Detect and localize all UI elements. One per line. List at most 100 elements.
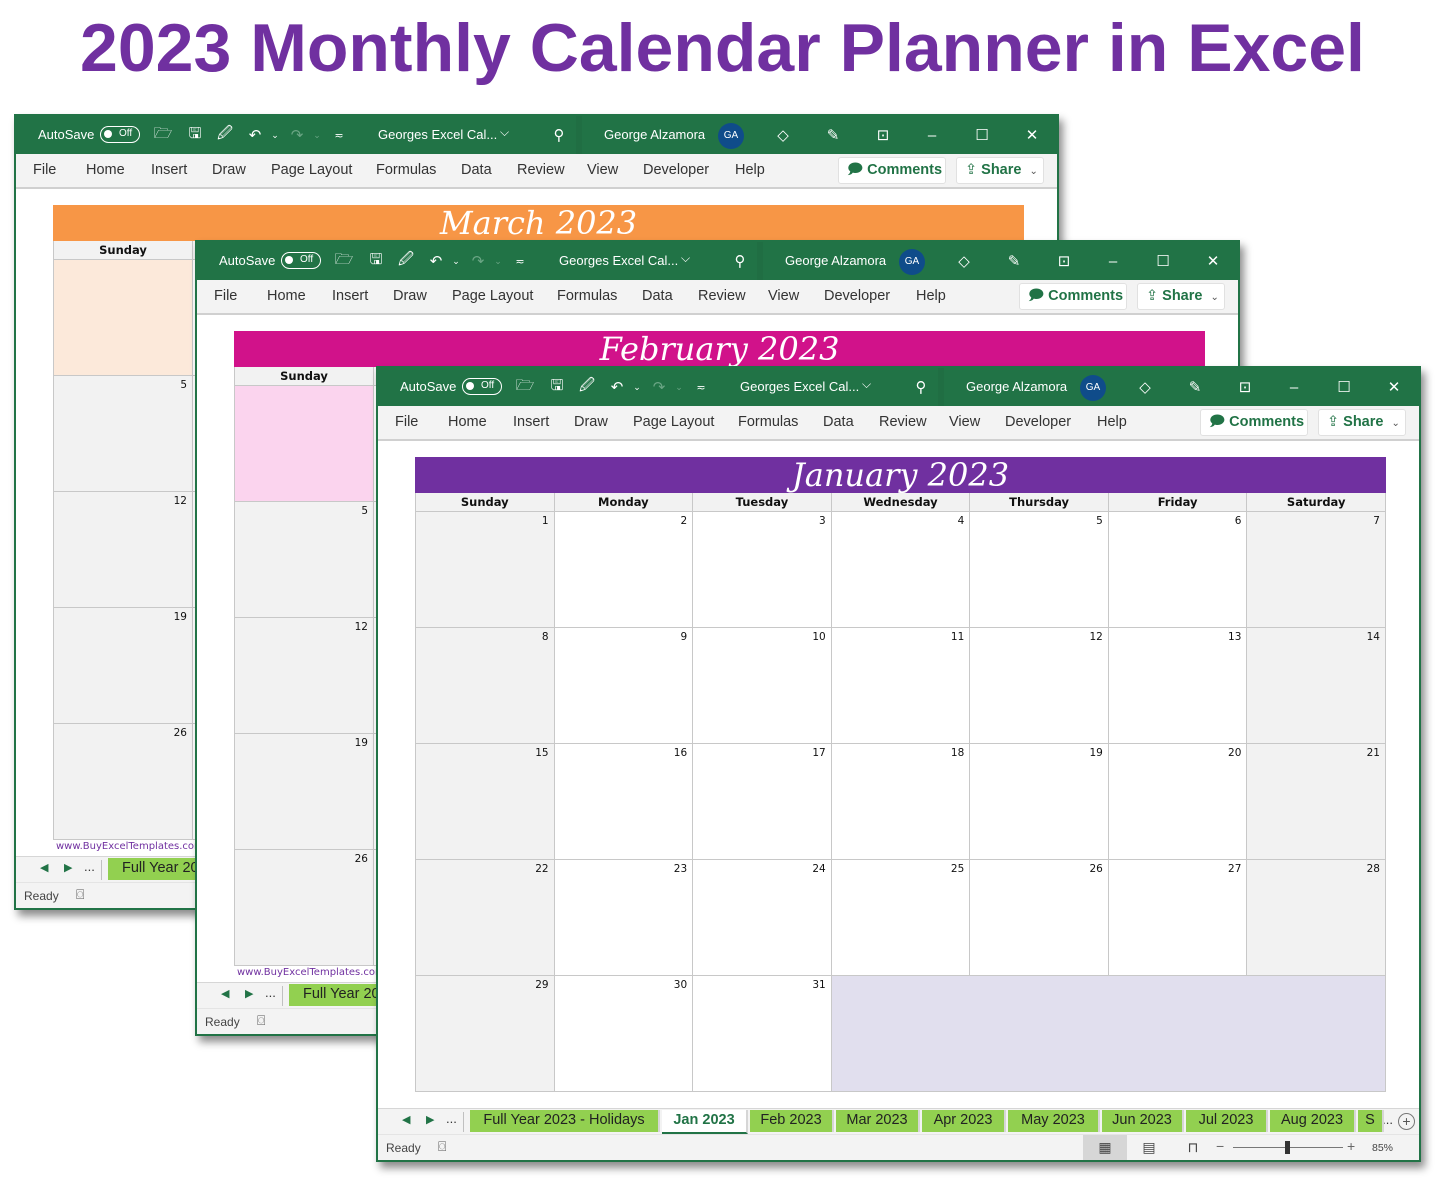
diamond-icon[interactable]: ◇ [772, 124, 794, 146]
chevron-down-icon[interactable]: ⌄ [1029, 166, 1037, 177]
menu-view[interactable]: View [949, 414, 980, 430]
menu-view[interactable]: View [768, 288, 799, 304]
menu-help[interactable]: Help [1097, 414, 1127, 430]
pen-icon[interactable]: ✎ [1003, 250, 1025, 272]
menu-review[interactable]: Review [879, 414, 927, 430]
folder-open-icon[interactable]: 🗁 [152, 124, 174, 146]
menu-formulas[interactable]: Formulas [376, 162, 436, 178]
tab-scroll-right-icon[interactable]: ▶ [64, 861, 72, 874]
minimize-icon[interactable]: – [1283, 376, 1305, 398]
menu-data[interactable]: Data [461, 162, 492, 178]
menu-insert[interactable]: Insert [151, 162, 187, 178]
day-cell[interactable]: 15 [416, 744, 555, 860]
zoom-out-button[interactable]: − [1216, 1138, 1224, 1154]
page-break-view-button[interactable]: ⊓ [1171, 1135, 1215, 1160]
day-cell[interactable]: 8 [416, 628, 555, 744]
undo-dropdown-icon[interactable]: ⌄ [445, 250, 467, 272]
day-cell[interactable]: 18 [831, 744, 971, 860]
autosave-toggle[interactable]: Off [281, 252, 321, 269]
day-cell[interactable]: 29 [416, 976, 555, 1092]
sheet-tab[interactable]: Feb 2023 [750, 1110, 834, 1132]
save-icon[interactable]: 🖫 [184, 124, 206, 146]
zoom-slider-thumb[interactable] [1285, 1141, 1290, 1154]
undo-icon[interactable]: ↶ [425, 250, 447, 272]
menu-home[interactable]: Home [86, 162, 125, 178]
redo-icon[interactable]: ↷ [467, 250, 489, 272]
file-name[interactable]: Georges Excel Cal... [559, 253, 678, 268]
redo-dropdown-icon[interactable]: ⌄ [668, 376, 690, 398]
menu-draw[interactable]: Draw [393, 288, 427, 304]
sheet-tab[interactable]: Mar 2023 [836, 1110, 920, 1132]
comments-button[interactable]: 🗩 Comments [1200, 409, 1308, 436]
day-cell[interactable]: 26 [235, 850, 374, 966]
avatar[interactable]: GA [718, 123, 744, 149]
folder-open-icon[interactable]: 🗁 [514, 376, 536, 398]
menu-developer[interactable]: Developer [824, 288, 890, 304]
customize-qat-icon[interactable]: ≂ [690, 376, 712, 398]
day-cell[interactable]: 31 [693, 976, 832, 1092]
menu-review[interactable]: Review [698, 288, 746, 304]
day-cell[interactable] [54, 260, 193, 376]
search-icon[interactable]: ⚲ [729, 250, 751, 272]
day-cell[interactable]: 30 [554, 976, 694, 1092]
sheet-tab[interactable]: Jan 2023 [662, 1110, 748, 1134]
file-name[interactable]: Georges Excel Cal... [378, 127, 497, 142]
menu-insert[interactable]: Insert [513, 414, 549, 430]
diamond-icon[interactable]: ◇ [1134, 376, 1156, 398]
share-button[interactable]: ⇪ Share ⌄ [1137, 283, 1225, 310]
tab-more-button[interactable]: ... [84, 859, 95, 874]
day-cell[interactable]: 10 [693, 628, 832, 744]
sheet-tab[interactable]: Apr 2023 [922, 1110, 1006, 1132]
day-cell[interactable]: 21 [1247, 744, 1386, 860]
day-cell[interactable]: 26 [54, 724, 193, 840]
sheet-tab[interactable]: S [1358, 1110, 1384, 1132]
menu-file[interactable]: File [214, 288, 237, 304]
close-icon[interactable]: ✕ [1202, 250, 1224, 272]
menu-developer[interactable]: Developer [1005, 414, 1071, 430]
maximize-icon[interactable]: ☐ [1152, 250, 1174, 272]
file-name[interactable]: Georges Excel Cal... [740, 379, 859, 394]
redo-dropdown-icon[interactable]: ⌄ [306, 124, 328, 146]
ribbon-display-icon[interactable]: ⊡ [1234, 376, 1256, 398]
chevron-down-icon[interactable]: ⌵ [681, 251, 690, 266]
accessibility-icon[interactable]: ⌼ [76, 886, 84, 903]
day-cell[interactable]: 23 [554, 860, 694, 976]
day-cell[interactable]: 28 [1247, 860, 1386, 976]
sheet-tab[interactable]: Jun 2023 [1102, 1110, 1184, 1132]
day-cell[interactable]: 5 [54, 376, 193, 492]
tab-scroll-left-icon[interactable]: ◀ [402, 1113, 410, 1126]
day-cell[interactable]: 9 [554, 628, 694, 744]
avatar[interactable]: GA [899, 249, 925, 275]
website-link[interactable]: www.BuyExcelTemplates.com [56, 841, 204, 852]
day-cell[interactable]: 16 [554, 744, 694, 860]
share-button[interactable]: ⇪ Share ⌄ [956, 157, 1044, 184]
tab-more-button[interactable]: ... [265, 985, 276, 1000]
search-icon[interactable]: ⚲ [910, 376, 932, 398]
menu-page-layout[interactable]: Page Layout [633, 414, 714, 430]
chevron-down-icon[interactable]: ⌄ [1210, 292, 1218, 303]
sheet-tab[interactable]: May 2023 [1008, 1110, 1100, 1132]
menu-home[interactable]: Home [448, 414, 487, 430]
folder-open-icon[interactable]: 🗁 [333, 250, 355, 272]
ribbon-display-icon[interactable]: ⊡ [1053, 250, 1075, 272]
page-layout-view-button[interactable]: ▤ [1127, 1135, 1171, 1160]
day-cell[interactable]: 11 [831, 628, 971, 744]
close-icon[interactable]: ✕ [1021, 124, 1043, 146]
day-cell[interactable]: 12 [54, 492, 193, 608]
sheet-tab[interactable]: Full Year 2023 - Holidays [470, 1110, 660, 1132]
accessibility-icon[interactable]: ⌼ [438, 1138, 446, 1155]
accessibility-icon[interactable]: ⌼ [257, 1012, 265, 1029]
day-cell[interactable]: 19 [54, 608, 193, 724]
minimize-icon[interactable]: – [1102, 250, 1124, 272]
day-cell[interactable]: 6 [1108, 512, 1248, 628]
day-cell[interactable]: 19 [970, 744, 1109, 860]
tab-more-button[interactable]: ... [446, 1111, 457, 1126]
menu-help[interactable]: Help [916, 288, 946, 304]
zoom-level[interactable]: 85% [1372, 1142, 1393, 1154]
search-icon[interactable]: ⚲ [548, 124, 570, 146]
chevron-down-icon[interactable]: ⌵ [500, 125, 509, 140]
day-cell[interactable]: 13 [1108, 628, 1248, 744]
day-cell[interactable]: 12 [235, 618, 374, 734]
tab-scroll-left-icon[interactable]: ◀ [221, 987, 229, 1000]
day-cell[interactable]: 1 [416, 512, 555, 628]
